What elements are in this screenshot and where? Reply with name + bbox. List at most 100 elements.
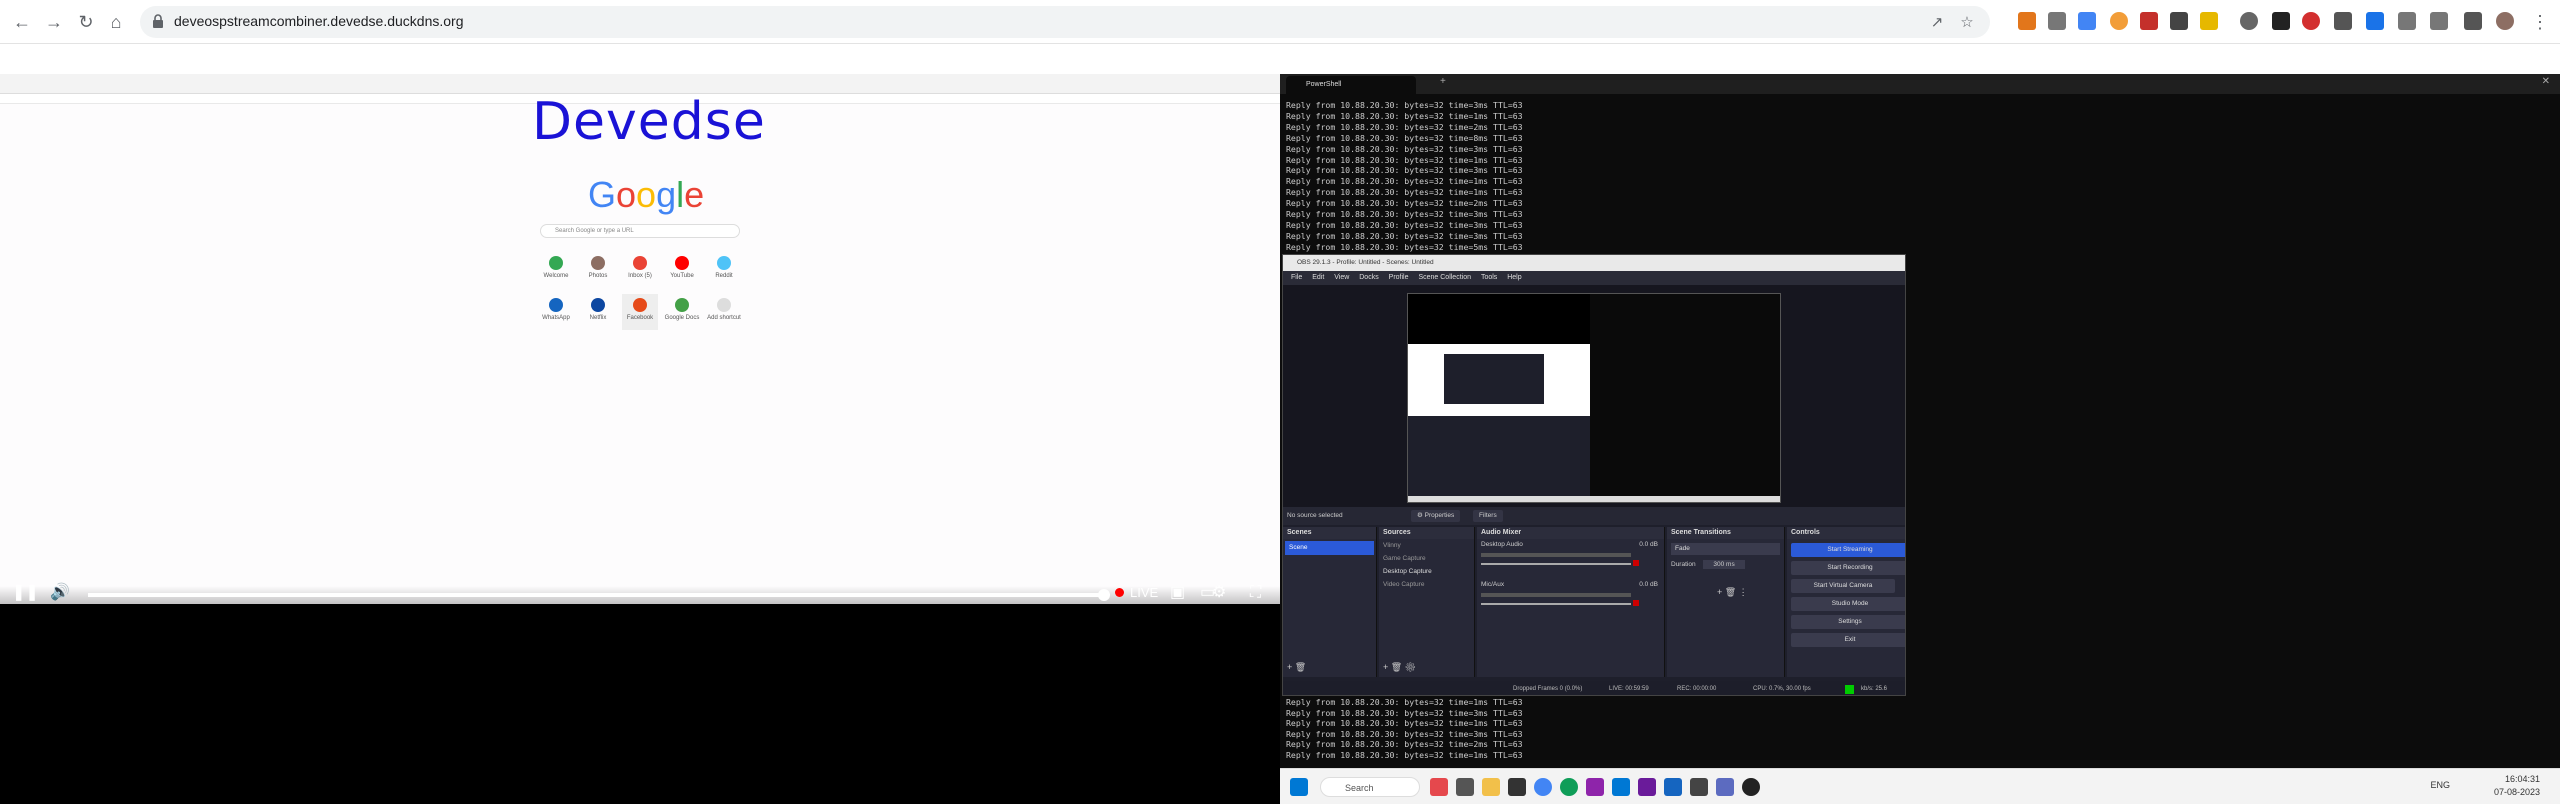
file-explorer-icon[interactable] — [1482, 778, 1500, 796]
mute-icon[interactable] — [1633, 560, 1639, 566]
exit-button[interactable]: Exit — [1791, 633, 1905, 647]
add-scene-icon[interactable]: + 🗑 — [1287, 662, 1306, 673]
start-icon[interactable] — [1290, 778, 1308, 796]
shortcut-tile[interactable]: WhatsApp — [538, 294, 574, 330]
menu-file[interactable]: File — [1291, 274, 1302, 281]
pause-icon[interactable]: ❚❚ — [12, 583, 39, 603]
obs-preview[interactable] — [1283, 285, 1905, 507]
shortcut-label: YouTube — [670, 273, 694, 279]
camera-extension-icon[interactable] — [2048, 12, 2066, 30]
metamask-extension-icon[interactable] — [2018, 12, 2036, 30]
terminal-line: Reply from 10.88.20.30: bytes=32 time=5m… — [1286, 241, 1523, 252]
menu-docks[interactable]: Docks — [1359, 274, 1378, 281]
taskbar-search[interactable]: Search — [1320, 777, 1420, 797]
translate-extension-icon[interactable] — [2078, 12, 2096, 30]
fullscreen-icon[interactable]: ⛶ — [1250, 583, 1261, 603]
bookmark-star-icon[interactable]: ☆ — [1958, 14, 1976, 32]
source-item[interactable]: Vlinny — [1379, 539, 1474, 552]
desktop-audio-slider[interactable] — [1481, 563, 1631, 565]
live-badge[interactable]: LIVE — [1115, 585, 1158, 600]
forward-icon[interactable]: → — [42, 10, 66, 34]
visual-studio-icon[interactable] — [1638, 778, 1656, 796]
shortcut-tile[interactable]: Netflix — [580, 294, 616, 330]
home-icon[interactable]: ⌂ — [104, 10, 128, 34]
pip-icon[interactable]: ▣ — [1170, 583, 1185, 603]
source-item[interactable]: Desktop Capture — [1379, 565, 1474, 578]
shortcut-tile[interactable]: Reddit — [706, 252, 742, 288]
progress-knob[interactable] — [1098, 589, 1110, 601]
progress-bar[interactable] — [88, 589, 1110, 601]
start-virtual-camera-button[interactable]: Start Virtual Camera — [1791, 579, 1895, 593]
browser-toolbar: ← → ↻ ⌂ deveospstreamcombiner.devedse.du… — [0, 0, 2560, 44]
new-tab-icon[interactable]: + — [1440, 76, 1446, 87]
kebab-menu-icon[interactable]: ⋮ — [2528, 10, 2552, 34]
add-transition-icon[interactable]: + 🗑 ⋮ — [1717, 587, 1748, 598]
properties-button[interactable]: ⚙ Properties — [1411, 510, 1461, 522]
chrome-icon[interactable] — [1534, 778, 1552, 796]
menu-scene-collection[interactable]: Scene Collection — [1418, 274, 1471, 281]
honey-extension-icon[interactable] — [2200, 12, 2218, 30]
add-source-icon[interactable]: + 🗑 ⚙ — [1383, 662, 1416, 673]
no-source-label: No source selected — [1287, 512, 1343, 519]
puzzle-extensions-icon[interactable] — [2398, 12, 2416, 30]
transition-select[interactable]: Fade — [1671, 543, 1780, 555]
vscode-icon[interactable] — [1612, 778, 1630, 796]
language-indicator[interactable]: ENG — [2430, 780, 2450, 790]
tab-extension-icon[interactable] — [2272, 12, 2290, 30]
app-icon[interactable] — [1664, 778, 1682, 796]
settings-gear-icon[interactable]: ⚙ — [1212, 583, 1226, 603]
source-item[interactable]: Video Capture — [1379, 578, 1474, 591]
shortcut-tile[interactable]: Welcome — [538, 252, 574, 288]
scene-item[interactable]: Scene — [1285, 541, 1374, 555]
mic-audio-slider[interactable] — [1481, 603, 1631, 605]
shortcut-tile[interactable]: Add shortcut — [706, 294, 742, 330]
source-toolbar: No source selected ⚙ Properties Filters — [1283, 507, 1905, 525]
reload-icon[interactable]: ↻ — [74, 10, 98, 34]
shortcut-tile[interactable]: Facebook — [622, 294, 658, 330]
start-streaming-button[interactable]: Start Streaming — [1791, 543, 1905, 557]
notes-extension-icon[interactable] — [2334, 12, 2352, 30]
shortcut-tile[interactable]: Google Docs — [664, 294, 700, 330]
menu-view[interactable]: View — [1334, 274, 1349, 281]
chrome-icon[interactable] — [1560, 778, 1578, 796]
menu-edit[interactable]: Edit — [1312, 274, 1324, 281]
app-icon[interactable] — [1690, 778, 1708, 796]
github-extension-icon[interactable] — [2240, 12, 2258, 30]
filters-button[interactable]: Filters — [1473, 510, 1503, 522]
address-bar[interactable]: deveospstreamcombiner.devedse.duckdns.or… — [140, 6, 1990, 38]
menu-tools[interactable]: Tools — [1481, 274, 1497, 281]
teams-icon[interactable] — [1716, 778, 1734, 796]
notification-extension-icon[interactable] — [2366, 12, 2384, 30]
side-panel-icon[interactable] — [2464, 12, 2482, 30]
shortcut-tile[interactable]: YouTube — [664, 252, 700, 288]
obs-icon[interactable] — [1742, 778, 1760, 796]
google-search-input[interactable]: Search Google or type a URL — [540, 224, 740, 238]
shortcut-tile[interactable]: Photos — [580, 252, 616, 288]
shortcut-tile[interactable]: Inbox (5) — [622, 252, 658, 288]
app-icon[interactable] — [1430, 778, 1448, 796]
terminal-icon[interactable] — [1508, 778, 1526, 796]
menu-profile[interactable]: Profile — [1389, 274, 1409, 281]
volume-icon[interactable]: 🔊 — [50, 583, 70, 603]
keyboard-extension-icon[interactable] — [2170, 12, 2188, 30]
studio-mode-button[interactable]: Studio Mode — [1791, 597, 1905, 611]
profile-avatar[interactable] — [2496, 12, 2514, 30]
back-icon[interactable]: ← — [10, 10, 34, 34]
menu-help[interactable]: Help — [1507, 274, 1521, 281]
record-extension-icon[interactable] — [2302, 12, 2320, 30]
start-recording-button[interactable]: Start Recording — [1791, 561, 1905, 575]
mute-icon[interactable] — [1633, 600, 1639, 606]
cookie-extension-icon[interactable] — [2110, 12, 2128, 30]
task-view-icon[interactable] — [1456, 778, 1474, 796]
ublock-extension-icon[interactable] — [2140, 12, 2158, 30]
app-icon[interactable] — [1586, 778, 1604, 796]
settings-button[interactable]: Settings — [1791, 615, 1905, 629]
reading-list-icon[interactable] — [2430, 12, 2448, 30]
close-window-icon[interactable]: ✕ — [2542, 76, 2550, 87]
source-item[interactable]: Game Capture — [1379, 552, 1474, 565]
terminal-tab[interactable]: PowerShell — [1286, 76, 1416, 94]
duration-input[interactable]: 300 ms — [1703, 560, 1745, 569]
clock[interactable]: 16:04:31 07-08-2023 — [2494, 773, 2540, 799]
stream-video[interactable]: Devedse Google Search Google or type a U… — [0, 74, 1280, 604]
share-icon[interactable]: ↗ — [1928, 14, 1946, 32]
